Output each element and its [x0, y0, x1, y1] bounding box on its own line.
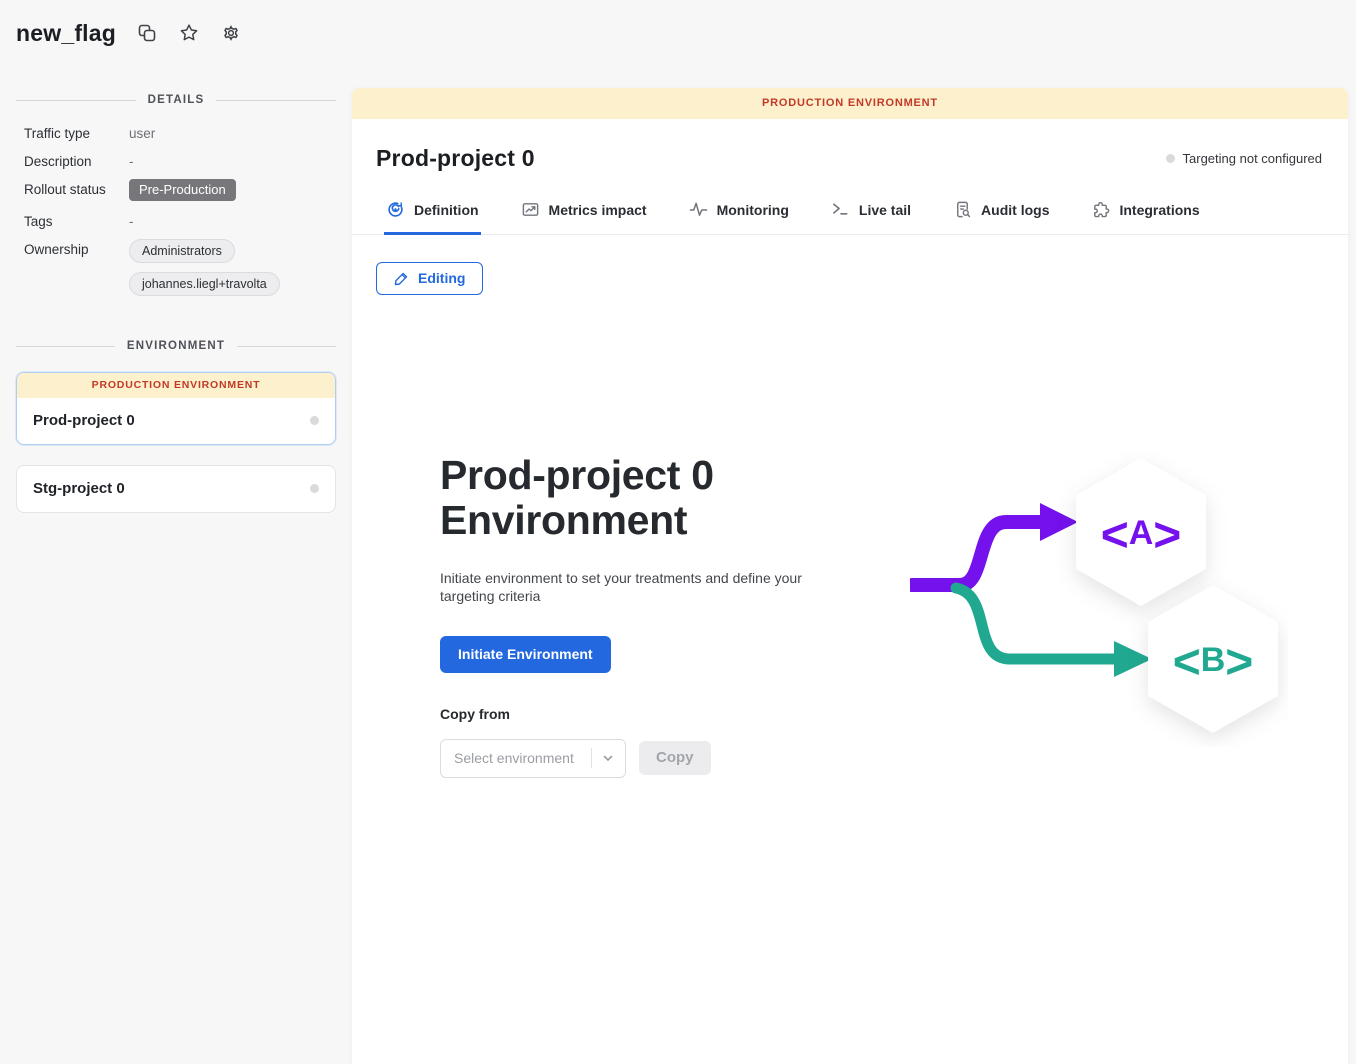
- environment-section: ENVIRONMENT PRODUCTION ENVIRONMENT Prod-…: [16, 340, 336, 513]
- tab-audit-logs[interactable]: Audit logs: [951, 192, 1051, 235]
- star-icon[interactable]: [178, 22, 200, 44]
- tab-label: Live tail: [859, 202, 911, 218]
- empty-state-text-column: Prod-project 0 Environment Initiate envi…: [440, 453, 860, 778]
- ownership-pills: Administrators johannes.liegl+travolta: [129, 239, 280, 296]
- ownership-label: Ownership: [16, 242, 129, 257]
- page-header: new_flag: [0, 0, 1356, 66]
- rollout-status-badge: Pre-Production: [129, 179, 236, 201]
- pencil-icon: [394, 271, 409, 286]
- description-value: -: [129, 154, 134, 169]
- env-status-dot: [310, 416, 319, 425]
- tab-label: Integrations: [1119, 202, 1199, 218]
- production-environment-banner: PRODUCTION ENVIRONMENT: [352, 88, 1348, 119]
- gear-icon[interactable]: [220, 22, 242, 44]
- select-divider: [591, 748, 592, 768]
- select-environment-placeholder: Select environment: [454, 750, 587, 766]
- ab-split-illustration: <A> <B>: [910, 447, 1288, 778]
- chevron-down-icon: [601, 751, 615, 765]
- copy-button[interactable]: Copy: [639, 741, 711, 775]
- empty-state-description: Initiate environment to set your treatme…: [440, 569, 805, 605]
- tab-monitoring[interactable]: Monitoring: [687, 192, 791, 235]
- detail-row-tags: Tags -: [16, 214, 336, 229]
- rollout-status-label: Rollout status: [16, 182, 129, 197]
- definition-icon: [386, 200, 405, 219]
- environment-empty-state: Prod-project 0 Environment Initiate envi…: [352, 295, 1348, 778]
- integrations-icon: [1091, 200, 1110, 219]
- metrics-impact-icon: [521, 200, 540, 219]
- env-card-prod-project-0[interactable]: PRODUCTION ENVIRONMENT Prod-project 0: [16, 372, 336, 445]
- detail-row-description: Description -: [16, 154, 336, 169]
- panel-header: Prod-project 0 Targeting not configured: [352, 119, 1348, 192]
- owner-pill-administrators[interactable]: Administrators: [129, 239, 235, 263]
- tags-label: Tags: [16, 214, 129, 229]
- tab-integrations[interactable]: Integrations: [1089, 192, 1201, 235]
- env-card-name: Stg-project 0: [33, 480, 125, 497]
- detail-row-traffic-type: Traffic type user: [16, 126, 336, 141]
- empty-state-heading: Prod-project 0 Environment: [440, 453, 860, 543]
- page-layout: DETAILS Traffic type user Description - …: [0, 66, 1356, 1064]
- audit-logs-icon: [953, 200, 972, 219]
- env-card-production-banner: PRODUCTION ENVIRONMENT: [17, 373, 335, 398]
- env-status-dot: [310, 484, 319, 493]
- env-card-stg-project-0[interactable]: Stg-project 0: [16, 465, 336, 513]
- tab-metrics-impact[interactable]: Metrics impact: [519, 192, 649, 235]
- environment-panel: PRODUCTION ENVIRONMENT Prod-project 0 Ta…: [352, 88, 1348, 1064]
- targeting-status-text: Targeting not configured: [1183, 151, 1322, 166]
- details-section-title: DETAILS: [16, 94, 336, 106]
- initiate-environment-button[interactable]: Initiate Environment: [440, 636, 611, 673]
- environment-tabs: Definition Metrics impact: [352, 192, 1348, 235]
- copy-from-row: Select environment Copy: [440, 739, 860, 778]
- env-card-name: Prod-project 0: [33, 412, 135, 429]
- traffic-type-value: user: [129, 126, 155, 141]
- environment-title: Prod-project 0: [376, 145, 535, 172]
- tab-live-tail[interactable]: Live tail: [829, 192, 913, 235]
- env-card-body: Prod-project 0: [17, 398, 335, 444]
- flag-name-title: new_flag: [16, 20, 116, 47]
- details-title-label: DETAILS: [148, 94, 205, 106]
- tab-definition[interactable]: Definition: [384, 192, 481, 235]
- tab-label: Monitoring: [717, 202, 789, 218]
- env-card-body: Stg-project 0: [17, 466, 335, 512]
- editing-button[interactable]: Editing: [376, 262, 483, 295]
- environment-title-label: ENVIRONMENT: [127, 340, 225, 352]
- editing-row: Editing: [352, 235, 1348, 295]
- tags-value: -: [129, 214, 134, 229]
- targeting-status-dot: [1166, 154, 1175, 163]
- copy-icon[interactable]: [136, 22, 158, 44]
- live-tail-icon: [831, 200, 850, 219]
- traffic-type-label: Traffic type: [16, 126, 129, 141]
- hexagon-a: <A>: [1076, 458, 1206, 606]
- ab-split-svg: <A> <B>: [910, 447, 1288, 747]
- editing-button-label: Editing: [418, 270, 465, 286]
- targeting-status: Targeting not configured: [1166, 151, 1322, 166]
- owner-pill-user[interactable]: johannes.liegl+travolta: [129, 272, 280, 296]
- environment-section-title: ENVIRONMENT: [16, 340, 336, 352]
- copy-from-label: Copy from: [440, 706, 860, 722]
- monitoring-icon: [689, 200, 708, 219]
- detail-row-rollout-status: Rollout status Pre-Production: [16, 182, 336, 201]
- tab-label: Definition: [414, 202, 479, 218]
- tab-label: Audit logs: [981, 202, 1049, 218]
- hexagon-b: <B>: [1148, 585, 1278, 733]
- tab-label: Metrics impact: [549, 202, 647, 218]
- sidebar: DETAILS Traffic type user Description - …: [0, 66, 352, 533]
- select-environment-dropdown[interactable]: Select environment: [440, 739, 626, 778]
- detail-row-ownership: Ownership Administrators johannes.liegl+…: [16, 242, 336, 296]
- description-label: Description: [16, 154, 129, 169]
